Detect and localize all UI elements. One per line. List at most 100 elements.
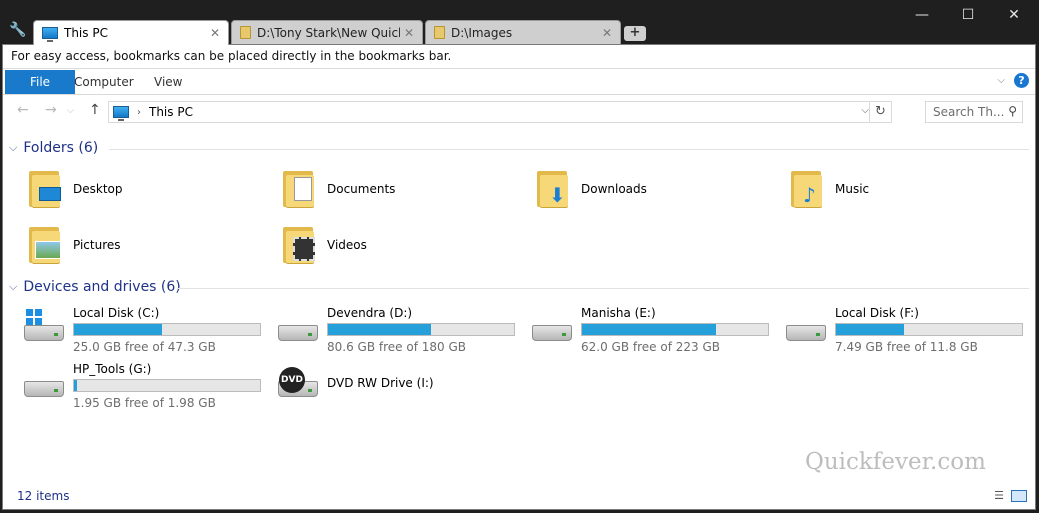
folder-icon	[240, 26, 251, 39]
folder-pictures[interactable]: Pictures	[27, 225, 121, 265]
drive-name: HP_Tools (G:)	[73, 362, 152, 376]
devices-title: Devices and drives (6)	[23, 279, 181, 295]
hard-drive-icon	[785, 309, 829, 349]
this-pc-icon	[113, 106, 129, 121]
capacity-fill	[74, 380, 77, 391]
drive-free-space: 7.49 GB free of 11.8 GB	[835, 340, 978, 354]
search-placeholder: Search Th...	[933, 105, 1005, 119]
capacity-bar	[73, 323, 261, 336]
folder-label: Pictures	[73, 238, 121, 252]
capacity-fill	[836, 324, 904, 335]
drive-c[interactable]: Local Disk (C:) 25.0 GB free of 47.3 GB	[23, 306, 261, 354]
close-button[interactable]: ✕	[991, 0, 1037, 30]
tab-this-pc[interactable]: This PC ✕	[33, 20, 229, 45]
folders-header[interactable]: ⌵ Folders (6)	[9, 140, 1029, 156]
tab-file[interactable]: File	[5, 70, 75, 94]
watermark: Quickfever.com	[805, 449, 986, 475]
new-tab-button[interactable]: +	[624, 26, 646, 41]
desktop-folder-icon	[27, 169, 67, 209]
folder-music[interactable]: ♪ Music	[789, 169, 869, 209]
collapse-chevron-icon[interactable]: ⌵	[9, 141, 17, 155]
hard-drive-icon	[23, 365, 67, 405]
minimize-button[interactable]: —	[899, 0, 945, 30]
folder-icon	[434, 26, 445, 39]
drive-free-space: 1.95 GB free of 1.98 GB	[73, 396, 216, 410]
breadcrumb-separator-icon[interactable]: ›	[137, 107, 141, 118]
capacity-bar	[835, 323, 1023, 336]
large-icons-view-icon[interactable]	[1011, 490, 1027, 502]
search-input[interactable]: Search Th... ⚲	[925, 101, 1023, 123]
folder-label: Videos	[327, 238, 367, 252]
folders-title: Folders (6)	[23, 140, 99, 156]
address-dropdown-icon[interactable]: ⌵	[861, 105, 869, 116]
ribbon: File Computer View ⌵ ?	[3, 69, 1035, 95]
tab-computer[interactable]: Computer	[74, 71, 134, 93]
forward-arrow-icon[interactable]: →	[45, 102, 57, 118]
downloads-folder-icon: ⬇	[535, 169, 575, 209]
recent-dropdown-icon[interactable]: ⌵	[67, 106, 74, 116]
details-view-icon[interactable]: ☰	[991, 490, 1007, 502]
capacity-fill	[582, 324, 717, 335]
folder-downloads[interactable]: ⬇ Downloads	[535, 169, 647, 209]
collapse-chevron-icon[interactable]: ⌵	[9, 280, 17, 294]
folder-label: Downloads	[581, 182, 647, 196]
hard-drive-icon	[531, 309, 575, 349]
capacity-fill	[328, 324, 431, 335]
dvd-badge: DVD	[279, 367, 305, 393]
close-tab-icon[interactable]: ✕	[400, 26, 418, 40]
section-divider	[177, 288, 1029, 289]
navigation-bar: ← → ⌵ ↑ › This PC ⌵ ↻ Search Th... ⚲	[3, 95, 1035, 127]
item-count: 12 items	[17, 489, 70, 503]
wrench-icon[interactable]: 🔧	[9, 22, 26, 38]
drive-f[interactable]: Local Disk (F:) 7.49 GB free of 11.8 GB	[785, 306, 1023, 354]
breadcrumb-this-pc[interactable]: This PC	[149, 105, 193, 119]
folder-videos[interactable]: Videos	[281, 225, 367, 265]
section-divider	[109, 149, 1029, 150]
music-folder-icon: ♪	[789, 169, 829, 209]
drive-name: DVD RW Drive (I:)	[327, 376, 434, 390]
help-icon[interactable]: ?	[1014, 73, 1029, 88]
status-bar: 12 items ☰	[3, 485, 1035, 509]
videos-folder-icon	[281, 225, 321, 265]
folder-label: Desktop	[73, 182, 123, 196]
back-arrow-icon[interactable]: ←	[17, 102, 29, 118]
devices-header[interactable]: ⌵ Devices and drives (6)	[9, 279, 1029, 295]
up-arrow-icon[interactable]: ↑	[89, 102, 101, 118]
title-bar: 🔧 This PC ✕ D:\Tony Stark\New Quickfe ✕ …	[0, 0, 1039, 45]
tab-images[interactable]: D:\Images ✕	[425, 20, 621, 44]
folder-desktop[interactable]: Desktop	[27, 169, 123, 209]
tab-label: D:\Tony Stark\New Quickfe	[257, 25, 400, 40]
pictures-folder-icon	[27, 225, 67, 265]
capacity-bar	[581, 323, 769, 336]
drive-d[interactable]: Devendra (D:) 80.6 GB free of 180 GB	[277, 306, 515, 354]
tab-tony-stark[interactable]: D:\Tony Stark\New Quickfe ✕	[231, 20, 423, 44]
drive-name: Local Disk (F:)	[835, 306, 919, 320]
expand-ribbon-icon[interactable]: ⌵	[997, 75, 1005, 86]
drive-name: Local Disk (C:)	[73, 306, 160, 320]
drive-name: Devendra (D:)	[327, 306, 413, 320]
this-pc-icon	[42, 27, 58, 42]
hard-drive-icon	[277, 309, 321, 349]
tab-label: D:\Images	[451, 25, 513, 40]
drive-g[interactable]: HP_Tools (G:) 1.95 GB free of 1.98 GB	[23, 362, 261, 410]
windows-drive-icon	[23, 309, 67, 349]
folder-label: Documents	[327, 182, 396, 196]
maximize-button[interactable]: ☐	[945, 0, 991, 30]
drive-free-space: 25.0 GB free of 47.3 GB	[73, 340, 216, 354]
folder-documents[interactable]: Documents	[281, 169, 395, 209]
capacity-bar	[73, 379, 261, 392]
drive-i[interactable]: DVD DVD RW Drive (I:)	[277, 362, 434, 405]
folder-label: Music	[835, 182, 870, 196]
drive-e[interactable]: Manisha (E:) 62.0 GB free of 223 GB	[531, 306, 769, 354]
refresh-icon[interactable]: ↻	[869, 102, 891, 122]
tab-label: This PC	[64, 26, 108, 40]
close-tab-icon[interactable]: ✕	[598, 26, 616, 40]
capacity-fill	[74, 324, 162, 335]
drive-name: Manisha (E:)	[581, 306, 656, 320]
close-tab-icon[interactable]: ✕	[206, 26, 224, 40]
tab-view[interactable]: View	[154, 71, 182, 93]
search-icon[interactable]: ⚲	[1008, 104, 1017, 118]
address-bar[interactable]: › This PC ⌵ ↻	[108, 101, 892, 123]
bookmarks-bar: For easy access, bookmarks can be placed…	[3, 45, 1035, 69]
drive-free-space: 80.6 GB free of 180 GB	[327, 340, 466, 354]
